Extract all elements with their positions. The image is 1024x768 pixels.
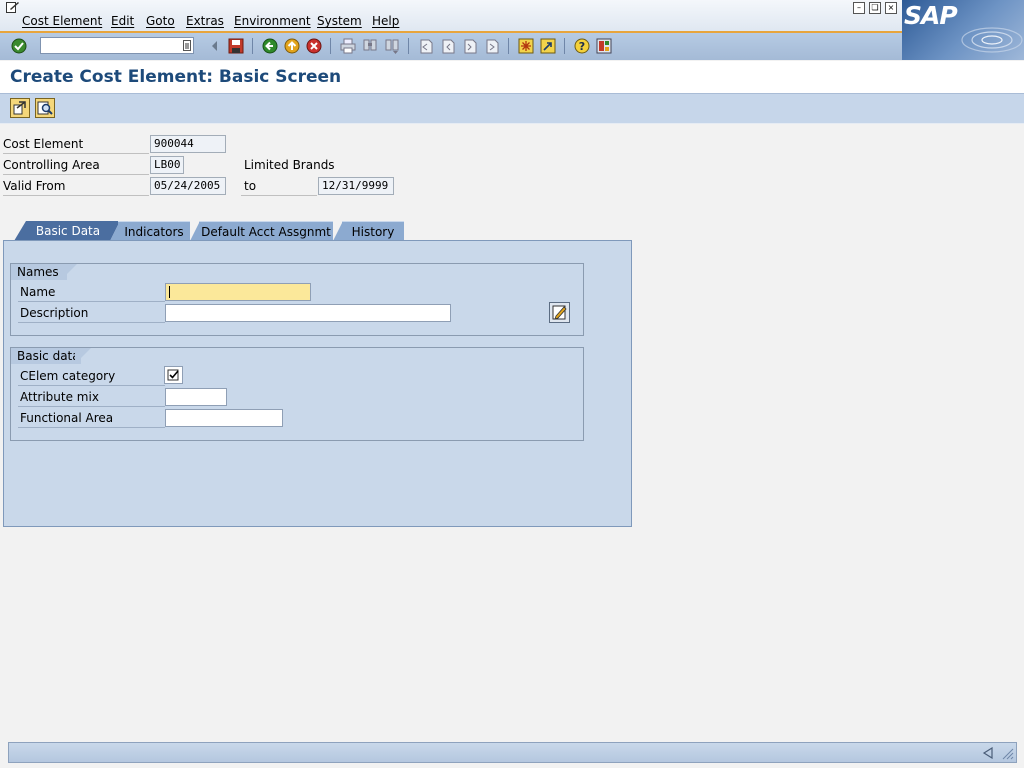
toolbar-separator bbox=[252, 38, 253, 54]
tab-basic-data[interactable]: Basic Data bbox=[26, 221, 110, 241]
logo-ripple-icon bbox=[961, 27, 1023, 53]
status-bar bbox=[8, 742, 1017, 763]
attribute-mix-input[interactable] bbox=[165, 388, 227, 406]
names-group-title: Names bbox=[11, 264, 67, 280]
edit-long-text-button[interactable] bbox=[549, 302, 570, 323]
description-label: Description bbox=[18, 303, 165, 323]
functional-area-label: Functional Area bbox=[18, 408, 165, 428]
status-toggle-icon[interactable] bbox=[982, 747, 994, 759]
magnifier-icon bbox=[37, 101, 53, 115]
find-icon[interactable] bbox=[362, 38, 378, 54]
active-tab-slant bbox=[14, 221, 26, 241]
cancel-icon[interactable] bbox=[306, 38, 322, 54]
toolbar-separator bbox=[330, 38, 331, 54]
menu-goto[interactable]: Goto bbox=[146, 14, 175, 28]
shortcut-icon[interactable] bbox=[540, 38, 556, 54]
group-title-slant bbox=[75, 348, 91, 364]
valid-to-field[interactable]: 12/31/9999 bbox=[318, 177, 394, 195]
name-label: Name bbox=[18, 282, 165, 302]
controlling-area-field[interactable]: LB00 bbox=[150, 156, 184, 174]
functional-area-input[interactable] bbox=[165, 409, 283, 427]
help-icon[interactable]: ? bbox=[574, 38, 590, 54]
enter-check-icon[interactable] bbox=[11, 38, 27, 54]
checkbox-tick-icon bbox=[167, 369, 179, 381]
layout-icon[interactable] bbox=[596, 38, 612, 54]
minimize-icon[interactable]: – bbox=[853, 2, 865, 14]
previous-page-icon[interactable] bbox=[440, 38, 456, 54]
window-menu-icon[interactable] bbox=[6, 1, 20, 13]
tab-history[interactable]: History bbox=[342, 221, 404, 241]
print-icon[interactable] bbox=[340, 38, 356, 54]
edit-pencil-icon bbox=[552, 305, 567, 320]
menu-cost-element[interactable]: Cost Element bbox=[22, 14, 102, 28]
tab-panel: Names Name Description Basic data CElem … bbox=[3, 240, 632, 527]
save-icon[interactable] bbox=[228, 38, 244, 54]
switch-object-icon bbox=[13, 101, 26, 115]
display-button[interactable] bbox=[35, 98, 55, 118]
sap-logo: SAP bbox=[902, 0, 1024, 60]
toolbar-separator bbox=[408, 38, 409, 54]
menu-system[interactable]: System bbox=[317, 14, 362, 28]
cost-element-field[interactable]: 900044 bbox=[150, 135, 226, 153]
history-dropdown-icon[interactable] bbox=[183, 40, 191, 51]
to-label: to bbox=[241, 176, 317, 196]
controlling-area-label: Controlling Area bbox=[3, 155, 149, 175]
celem-category-label: CElem category bbox=[18, 366, 165, 386]
menu-edit[interactable]: Edit bbox=[111, 14, 134, 28]
exit-icon[interactable] bbox=[284, 38, 300, 54]
close-icon[interactable]: × bbox=[885, 2, 897, 14]
cost-element-label: Cost Element bbox=[3, 134, 149, 154]
text-cursor bbox=[169, 286, 170, 298]
menu-extras[interactable]: Extras bbox=[186, 14, 224, 28]
tab-default-acct-assgnmt[interactable]: Default Acct Assgnmt bbox=[199, 221, 333, 241]
last-page-icon[interactable] bbox=[484, 38, 500, 54]
toolbar-separator bbox=[564, 38, 565, 54]
previous-arrow-icon[interactable] bbox=[207, 38, 223, 54]
valid-from-field[interactable]: 05/24/2005 bbox=[150, 177, 226, 195]
celem-category-matchcode[interactable] bbox=[164, 366, 183, 384]
menu-environment[interactable]: Environment bbox=[234, 14, 311, 28]
first-page-icon[interactable] bbox=[418, 38, 434, 54]
valid-from-label: Valid From bbox=[3, 176, 149, 196]
attribute-mix-label: Attribute mix bbox=[18, 387, 165, 407]
toolbar-separator bbox=[508, 38, 509, 54]
resize-grip-icon[interactable] bbox=[1000, 746, 1014, 760]
basic-data-group-title: Basic data bbox=[11, 348, 81, 364]
restore-icon[interactable]: ❏ bbox=[869, 2, 881, 14]
create-session-icon[interactable] bbox=[518, 38, 534, 54]
next-page-icon[interactable] bbox=[462, 38, 478, 54]
tab-indicators[interactable]: Indicators bbox=[118, 221, 190, 241]
menu-help[interactable]: Help bbox=[372, 14, 399, 28]
application-toolbar bbox=[0, 94, 1024, 124]
other-cost-element-button[interactable] bbox=[10, 98, 30, 118]
svg-text:?: ? bbox=[579, 40, 585, 53]
back-icon[interactable] bbox=[262, 38, 278, 54]
page-title: Create Cost Element: Basic Screen bbox=[10, 67, 342, 87]
controlling-area-text: Limited Brands bbox=[244, 158, 335, 172]
command-field[interactable] bbox=[40, 37, 194, 54]
description-input[interactable] bbox=[165, 304, 451, 322]
find-next-icon[interactable] bbox=[384, 38, 400, 54]
menu-bar: Cost Element Edit Goto Extras Environmen… bbox=[0, 0, 1024, 32]
name-input[interactable] bbox=[165, 283, 311, 301]
group-title-slant bbox=[61, 264, 77, 280]
